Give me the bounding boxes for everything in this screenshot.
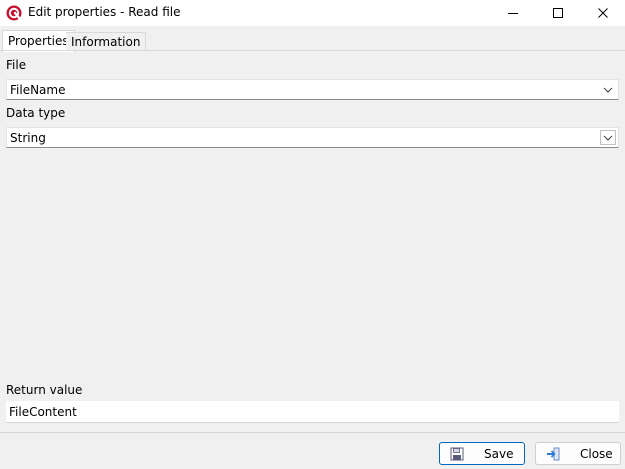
chevron-down-icon xyxy=(603,87,613,93)
minimize-button[interactable] xyxy=(490,0,536,26)
close-button[interactable]: Close xyxy=(535,442,621,465)
data-type-dropdown-arrow[interactable] xyxy=(600,130,616,145)
tab-strip: Properties Information xyxy=(0,30,625,52)
edit-properties-dialog: Edit properties - Read file Properties I… xyxy=(0,0,625,469)
file-dropdown-arrow[interactable] xyxy=(600,82,616,97)
tab-properties[interactable]: Properties xyxy=(2,30,75,52)
close-window-button[interactable] xyxy=(580,0,625,26)
title-bar[interactable]: Edit properties - Read file xyxy=(0,0,625,26)
footer-divider xyxy=(0,432,625,433)
return-value-text: FileContent xyxy=(9,405,77,419)
app-logo-icon xyxy=(6,5,22,21)
save-button[interactable]: Save xyxy=(439,442,525,465)
tab-information[interactable]: Information xyxy=(66,32,147,51)
minimize-icon xyxy=(508,13,518,14)
maximize-button[interactable] xyxy=(535,0,581,26)
return-value-input[interactable]: FileContent xyxy=(6,401,619,423)
return-value-label: Return value xyxy=(6,383,83,397)
window-title: Edit properties - Read file xyxy=(28,5,181,19)
tab-divider xyxy=(0,50,625,51)
file-label: File xyxy=(6,58,27,72)
save-label: Save xyxy=(484,447,514,461)
save-icon xyxy=(450,447,464,461)
data-type-combobox[interactable]: String xyxy=(6,127,619,148)
file-combobox[interactable]: FileName xyxy=(6,79,619,100)
file-value: FileName xyxy=(10,83,66,97)
data-type-label: Data type xyxy=(6,106,66,120)
exit-icon xyxy=(547,447,560,461)
close-icon xyxy=(598,8,608,18)
maximize-icon xyxy=(553,8,563,18)
close-label: Close xyxy=(580,447,613,461)
chevron-down-icon xyxy=(603,135,613,141)
data-type-value: String xyxy=(10,131,46,145)
